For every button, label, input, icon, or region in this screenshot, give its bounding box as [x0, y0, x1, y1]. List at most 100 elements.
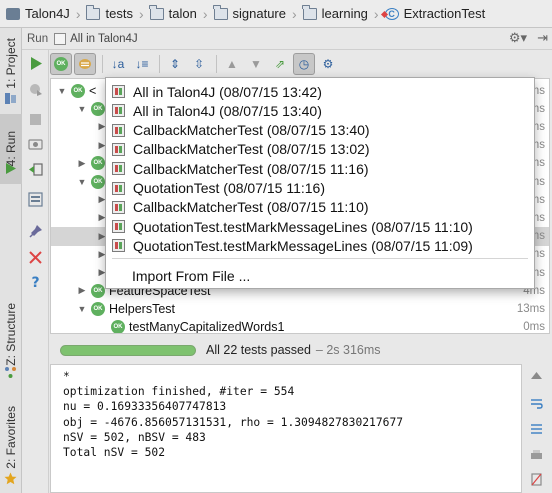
history-item-label: All in Talon4J (08/07/15 13:40) — [133, 102, 322, 119]
test-result-icon — [112, 162, 125, 176]
test-result-icon — [112, 200, 125, 214]
sort-by-duration-button[interactable]: ↓≡ — [131, 53, 153, 75]
import-from-file-item[interactable]: Import From File ... — [132, 266, 250, 285]
help-icon[interactable]: ? — [28, 274, 43, 289]
layout-icon[interactable] — [28, 192, 43, 207]
tree-row[interactable]: OK testManyCapitalizedWords1 0ms — [51, 318, 549, 334]
popup-separator — [112, 258, 528, 259]
rerun-failed-icon[interactable] — [28, 82, 43, 97]
project-icon — [6, 7, 20, 20]
soft-wrap-icon[interactable] — [529, 396, 544, 411]
ide-window: Talon4J › tests › talon › signature › le… — [0, 0, 552, 493]
history-item[interactable]: QuotationTest.testMarkMessageLines (08/0… — [106, 236, 534, 255]
chevron-right-icon: › — [202, 5, 208, 22]
test-duration: 13ms — [516, 302, 545, 315]
expand-all-button[interactable]: ⇕ — [164, 53, 186, 75]
run-config-icon — [54, 32, 67, 45]
sort-alphabetically-button[interactable]: ↓a — [107, 53, 129, 75]
expand-toggle-icon[interactable]: ▼ — [57, 86, 67, 96]
breadcrumb-item-project[interactable]: Talon4J › — [6, 0, 86, 28]
settings-gear-icon[interactable]: ⚙▾ — [509, 30, 527, 46]
scroll-up-icon[interactable] — [529, 370, 544, 385]
breadcrumb-label: talon — [168, 6, 197, 21]
arrow-down-icon: ▼ — [250, 57, 262, 71]
toolbar-separator — [216, 55, 217, 73]
show-ignored-button[interactable] — [74, 53, 96, 75]
console-output[interactable]: * optimization finished, #iter = 554 nu = … — [50, 364, 522, 493]
breadcrumb-item-learning[interactable]: learning › — [302, 0, 385, 28]
console-line: nSV = 502, nBSV = 483 — [63, 430, 206, 444]
breadcrumb-item-extractiontest[interactable]: C ExtractionTest — [384, 0, 490, 28]
history-item-label: QuotationTest.testMarkMessageLines (08/0… — [133, 237, 473, 254]
history-item[interactable]: CallbackMatcherTest (08/07/15 11:10) — [106, 198, 534, 217]
test-result-icon — [112, 239, 125, 253]
expand-toggle-icon[interactable]: ▼ — [77, 304, 87, 314]
history-item[interactable]: QuotationTest.testMarkMessageLines (08/0… — [106, 217, 534, 236]
scroll-to-end-icon[interactable] — [529, 422, 544, 437]
history-item[interactable]: All in Talon4J (08/07/15 13:42) — [106, 82, 534, 101]
history-item[interactable]: QuotationTest (08/07/15 11:16) — [106, 179, 534, 198]
history-item[interactable]: CallbackMatcherTest (08/07/15 13:40) — [106, 121, 534, 140]
expand-all-icon: ⇕ — [169, 57, 181, 71]
test-name: HelpersTest — [109, 301, 175, 316]
tree-row[interactable]: ▼ OK HelpersTest 13ms — [51, 299, 549, 318]
expand-toggle-icon[interactable]: ▼ — [77, 104, 87, 114]
next-failed-button[interactable]: ▼ — [245, 53, 267, 75]
history-item[interactable]: CallbackMatcherTest (08/07/15 13:02) — [106, 140, 534, 159]
history-clock-icon: ◷ — [298, 57, 310, 71]
stop-icon[interactable] — [28, 112, 43, 127]
history-item-label: CallbackMatcherTest (08/07/15 11:10) — [133, 199, 369, 216]
tab-structure[interactable]: Z: Structure — [0, 296, 22, 372]
expand-toggle-icon[interactable]: ▶ — [77, 285, 87, 296]
rerun-icon[interactable] — [28, 56, 43, 71]
breadcrumb-item-tests[interactable]: tests › — [86, 0, 149, 28]
previous-failed-button[interactable]: ▲ — [221, 53, 243, 75]
chevron-right-icon: › — [75, 5, 81, 22]
class-icon: C — [384, 7, 399, 20]
test-name: < — [89, 83, 97, 98]
ignored-tests-icon — [79, 59, 91, 69]
test-name: testManyCapitalizedWords1 — [129, 320, 285, 334]
test-passed-icon: OK — [91, 156, 105, 171]
test-passed-icon: OK — [91, 101, 105, 116]
test-result-icon — [112, 104, 125, 118]
expand-toggle-icon[interactable]: ▶ — [77, 158, 87, 169]
breadcrumb-item-talon[interactable]: talon › — [149, 0, 214, 28]
structure-view-icon[interactable] — [4, 92, 17, 105]
export-results-button[interactable]: ⇗ — [269, 53, 291, 75]
close-icon[interactable] — [28, 250, 43, 265]
tab-favorites-label: 2: Favorites — [4, 405, 18, 469]
breadcrumb-label: signature — [232, 6, 286, 21]
test-result-icon — [112, 123, 125, 137]
status-text: All 22 tests passed — [206, 343, 311, 357]
collapse-all-button[interactable]: ⇳ — [188, 53, 210, 75]
test-runner-toolbar: OK ↓a ↓≡ ⇕ ⇳ ▲ ▼ ⇗ ◷ ⚙ — [50, 52, 550, 76]
tab-project[interactable]: 1: Project — [0, 32, 22, 94]
left-tool-strip: 1: Project 4: Run Z: Structure 2: Favori… — [0, 28, 22, 493]
breadcrumb: Talon4J › tests › talon › signature › le… — [0, 0, 552, 28]
console-toolbar — [522, 364, 552, 493]
history-item[interactable]: CallbackMatcherTest (08/07/15 11:16) — [106, 159, 534, 178]
pin-icon[interactable] — [28, 224, 43, 239]
history-item-label: QuotationTest.testMarkMessageLines (08/0… — [133, 218, 473, 235]
tab-favorites[interactable]: 2: Favorites — [0, 400, 22, 474]
breadcrumb-label: learning — [321, 6, 368, 21]
clear-all-icon[interactable] — [529, 472, 544, 487]
test-result-icon — [112, 85, 125, 98]
history-item[interactable]: All in Talon4J (08/07/15 13:40) — [106, 101, 534, 120]
test-passed-icon: OK — [91, 283, 105, 298]
print-icon[interactable] — [529, 448, 544, 463]
test-settings-button[interactable]: ⚙ — [317, 53, 339, 75]
show-passed-button[interactable]: OK — [50, 53, 72, 75]
history-item-label: CallbackMatcherTest (08/07/15 13:40) — [133, 122, 370, 139]
history-item-label: CallbackMatcherTest (08/07/15 11:16) — [133, 160, 369, 177]
camera-icon[interactable] — [28, 136, 43, 151]
breadcrumb-item-signature[interactable]: signature › — [213, 0, 303, 28]
test-history-button[interactable]: ◷ — [293, 53, 315, 75]
expand-toggle-icon[interactable]: ▼ — [77, 177, 87, 187]
folder-icon — [302, 4, 317, 20]
hide-panel-icon[interactable]: ⇥ — [537, 30, 548, 46]
exit-icon[interactable] — [28, 162, 43, 177]
run-tab-title[interactable]: All in Talon4J — [70, 33, 138, 45]
tab-structure-label: Z: Structure — [4, 302, 18, 366]
